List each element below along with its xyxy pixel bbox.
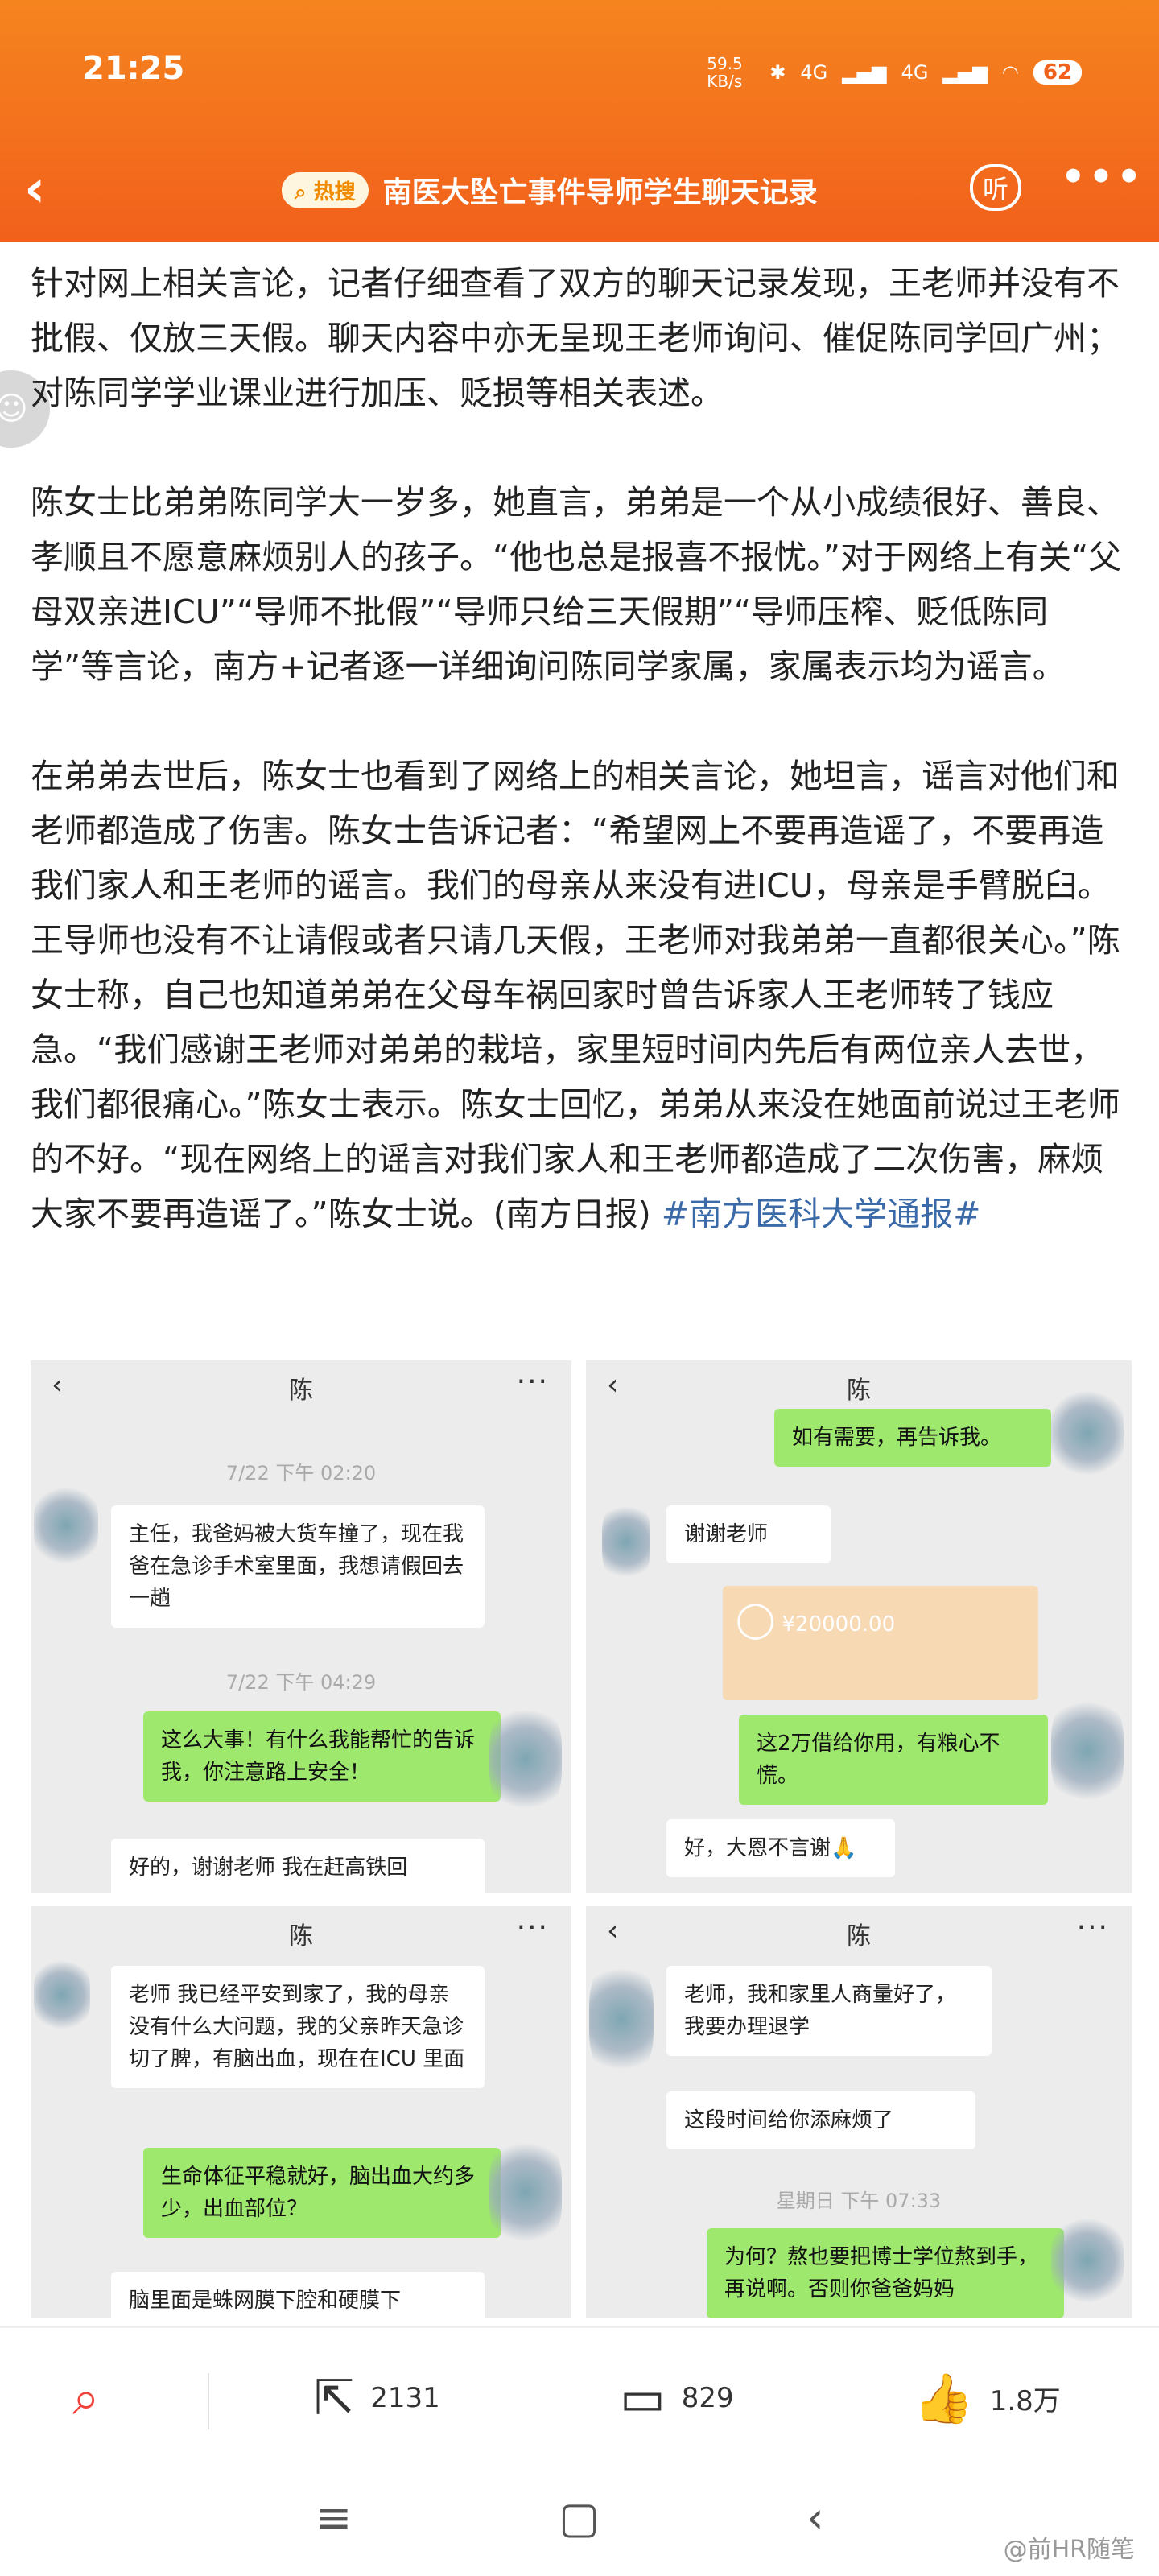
avatar <box>602 1497 650 1586</box>
back-arrow-icon[interactable]: ‹ <box>24 159 45 219</box>
paragraph-2: 陈女士比弟弟陈同学大一岁多，她直言，弟弟是一个从小成绩很好、善良、孝顺且不愿意麻… <box>31 483 1122 686</box>
bluetooth-icon: ✱ <box>769 61 786 84</box>
avatar <box>1051 2212 1124 2309</box>
hot-label: 热搜 <box>313 180 356 204</box>
chat-message: 谢谢老师 <box>666 1505 831 1563</box>
system-nav-bar: ≡ ▢ ‹ @前HR随笔 <box>0 2463 1159 2576</box>
search-icon: ⌕ <box>295 180 307 204</box>
status-bar: 21:25 59.5 KB/s ✱ 4G ▂▄▆ 4G ▂▄▆ ◠ 62 <box>0 50 1159 98</box>
nav-bar: ‹ ⌕ 热搜 南医大坠亡事件导师学生聊天记录 听 ••• <box>0 153 1159 225</box>
chat-timestamp: 7/22 下午 02:20 <box>225 1462 377 1484</box>
screenshot-grid: ‹ 陈 ··· 7/22 下午 02:20 主任，我爸妈被大货车撞了，现在我爸在急诊… <box>31 1360 1132 2318</box>
menu-icon[interactable]: ≡ <box>316 2492 352 2543</box>
avatar <box>34 1481 98 1570</box>
chat-message: 这么大事！有什么我能帮忙的告诉我，你注意路上安全！ <box>143 1711 501 1802</box>
page-title: 南医大坠亡事件导师学生聊天记录 <box>382 176 818 209</box>
hashtag-link[interactable]: #南方医科大学通报# <box>662 1195 981 1233</box>
battery-badge: 62 <box>1033 60 1082 85</box>
avatar <box>589 1955 654 2083</box>
chat-screenshot-4[interactable]: ‹ 陈 ··· 老师，我和家里人商量好了，我要办理退学 这段时间给你添麻烦了 星期日… <box>586 1906 1132 2318</box>
back-icon[interactable]: ‹ <box>806 2492 824 2543</box>
check-icon: ◯ <box>736 1599 776 1640</box>
signal-icon: ▂▄▆ <box>842 61 887 84</box>
comment-count: 829 <box>681 2382 734 2414</box>
chat-message: 如有需要，再告诉我。 <box>774 1409 1051 1467</box>
chat-more-icon: ··· <box>516 1911 549 1944</box>
home-icon[interactable]: ▢ <box>559 2492 600 2543</box>
thumbs-up-icon: 👍 <box>914 2371 974 2427</box>
chat-message: 好，大恩不言谢🙏 <box>666 1819 895 1877</box>
chat-name: 陈 <box>289 1377 313 1405</box>
chat-message: 生命体征平稳就好，脑出血大约多少，出血部位？ <box>143 2148 501 2238</box>
more-icon[interactable]: ••• <box>1061 155 1145 200</box>
share-count: 2131 <box>370 2382 440 2414</box>
status-time: 21:25 <box>82 50 185 87</box>
chat-screenshot-2[interactable]: ‹ 陈 如有需要，再告诉我。 谢谢老师 ◯ ¥20000.00 这2万借给你用，有… <box>586 1360 1132 1893</box>
chat-message: 这段时间给你添麻烦了 <box>666 2091 975 2149</box>
divider <box>208 2373 209 2429</box>
like-button[interactable]: 👍 1.8万 <box>914 2370 1061 2427</box>
chat-message: 为何？熬也要把博士学位熬到手，再说啊。否则你爸爸妈妈 <box>707 2228 1064 2318</box>
headphone-icon: 听 <box>983 174 1009 204</box>
listen-button[interactable]: 听 <box>970 164 1022 211</box>
chat-timestamp: 7/22 下午 04:29 <box>225 1671 377 1694</box>
network-label: 4G <box>800 61 828 84</box>
avatar <box>489 1699 562 1819</box>
chat-message: 老师 我已经平安到家了，我的母亲没有什么大问题，我的父亲昨天急诊切了脾，有脑出血… <box>111 1966 485 2088</box>
ai-search-icon: ⌕ <box>72 2370 100 2426</box>
hot-search-badge[interactable]: ⌕ 热搜 <box>282 171 369 208</box>
chat-more-icon: ··· <box>516 1365 549 1398</box>
chat-more-icon: ··· <box>1076 1911 1109 1944</box>
chat-name: 陈 <box>847 1922 871 1951</box>
avatar <box>34 1955 90 2035</box>
transfer-amount: ¥20000.00 <box>782 1612 896 1637</box>
share-button[interactable]: ⇱ 2131 <box>314 2370 440 2426</box>
avatar <box>489 2132 562 2252</box>
chat-message: 这2万借给你用，有粮心不慌。 <box>739 1715 1048 1805</box>
chat-name: 陈 <box>289 1922 313 1951</box>
signal-icon-2: ▂▄▆ <box>942 61 988 84</box>
chat-screenshot-3[interactable]: 陈 ··· 老师 我已经平安到家了，我的母亲没有什么大问题，我的父亲昨天急诊切了脾… <box>31 1906 571 2318</box>
wifi-icon: ◠ <box>1001 61 1019 84</box>
watermark: @前HR随笔 <box>1003 2536 1135 2564</box>
comment-icon: ▭ <box>620 2370 666 2426</box>
status-icons: 59.5 KB/s ✱ 4G ▂▄▆ 4G ▂▄▆ ◠ 62 <box>707 55 1082 90</box>
chat-screenshot-1[interactable]: ‹ 陈 ··· 7/22 下午 02:20 主任，我爸妈被大货车撞了，现在我爸在急诊… <box>31 1360 571 1893</box>
top-header: 21:25 59.5 KB/s ✱ 4G ▂▄▆ 4G ▂▄▆ ◠ 62 ‹ ⌕… <box>0 0 1159 242</box>
paragraph-1: 针对网上相关言论，记者仔细查看了双方的聊天记录发现，王老师并没有不批假、仅放三天… <box>31 264 1120 412</box>
like-count: 1.8万 <box>989 2385 1061 2417</box>
transfer-card: ◯ ¥20000.00 <box>723 1586 1038 1700</box>
ai-search-button[interactable]: ⌕ <box>72 2370 100 2426</box>
net-speed: 59.5 KB/s <box>707 54 743 91</box>
chat-message: 主任，我爸妈被大货车撞了，现在我爸在急诊手术室里面，我想请假回去一趟 <box>111 1505 485 1628</box>
chat-message: 好的，谢谢老师 我在赶高铁回 <box>111 1839 485 1893</box>
comment-button[interactable]: ▭ 829 <box>620 2370 734 2426</box>
article-body: 针对网上相关言论，记者仔细查看了双方的聊天记录发现，王老师并没有不批假、仅放三天… <box>31 256 1128 1241</box>
chat-timestamp: 星期日 下午 07:33 <box>776 2190 942 2212</box>
action-bar: ⌕ ⇱ 2131 ▭ 829 👍 1.8万 <box>0 2326 1159 2465</box>
nav-title-group: ⌕ 热搜 南医大坠亡事件导师学生聊天记录 <box>282 169 818 211</box>
paragraph-3: 在弟弟去世后，陈女士也看到了网络上的相关言论，她坦言，谣言对他们和老师都造成了伤… <box>31 749 1128 1241</box>
share-icon: ⇱ <box>314 2370 355 2426</box>
chat-name: 陈 <box>847 1377 871 1405</box>
chat-message: 脑里面是蛛网膜下腔和硬膜下 <box>111 2272 485 2318</box>
avatar <box>1051 1690 1124 1811</box>
paragraph-3-text: 在弟弟去世后，陈女士也看到了网络上的相关言论，她坦言，谣言对他们和老师都造成了伤… <box>31 757 1120 1233</box>
avatar <box>1051 1385 1124 1481</box>
content-area: ☺ 针对网上相关言论，记者仔细查看了双方的聊天记录发现，王老师并没有不批假、仅放… <box>0 242 1159 2326</box>
chat-message: 老师，我和家里人商量好了，我要办理退学 <box>666 1966 992 2056</box>
network-label-2: 4G <box>901 61 929 84</box>
